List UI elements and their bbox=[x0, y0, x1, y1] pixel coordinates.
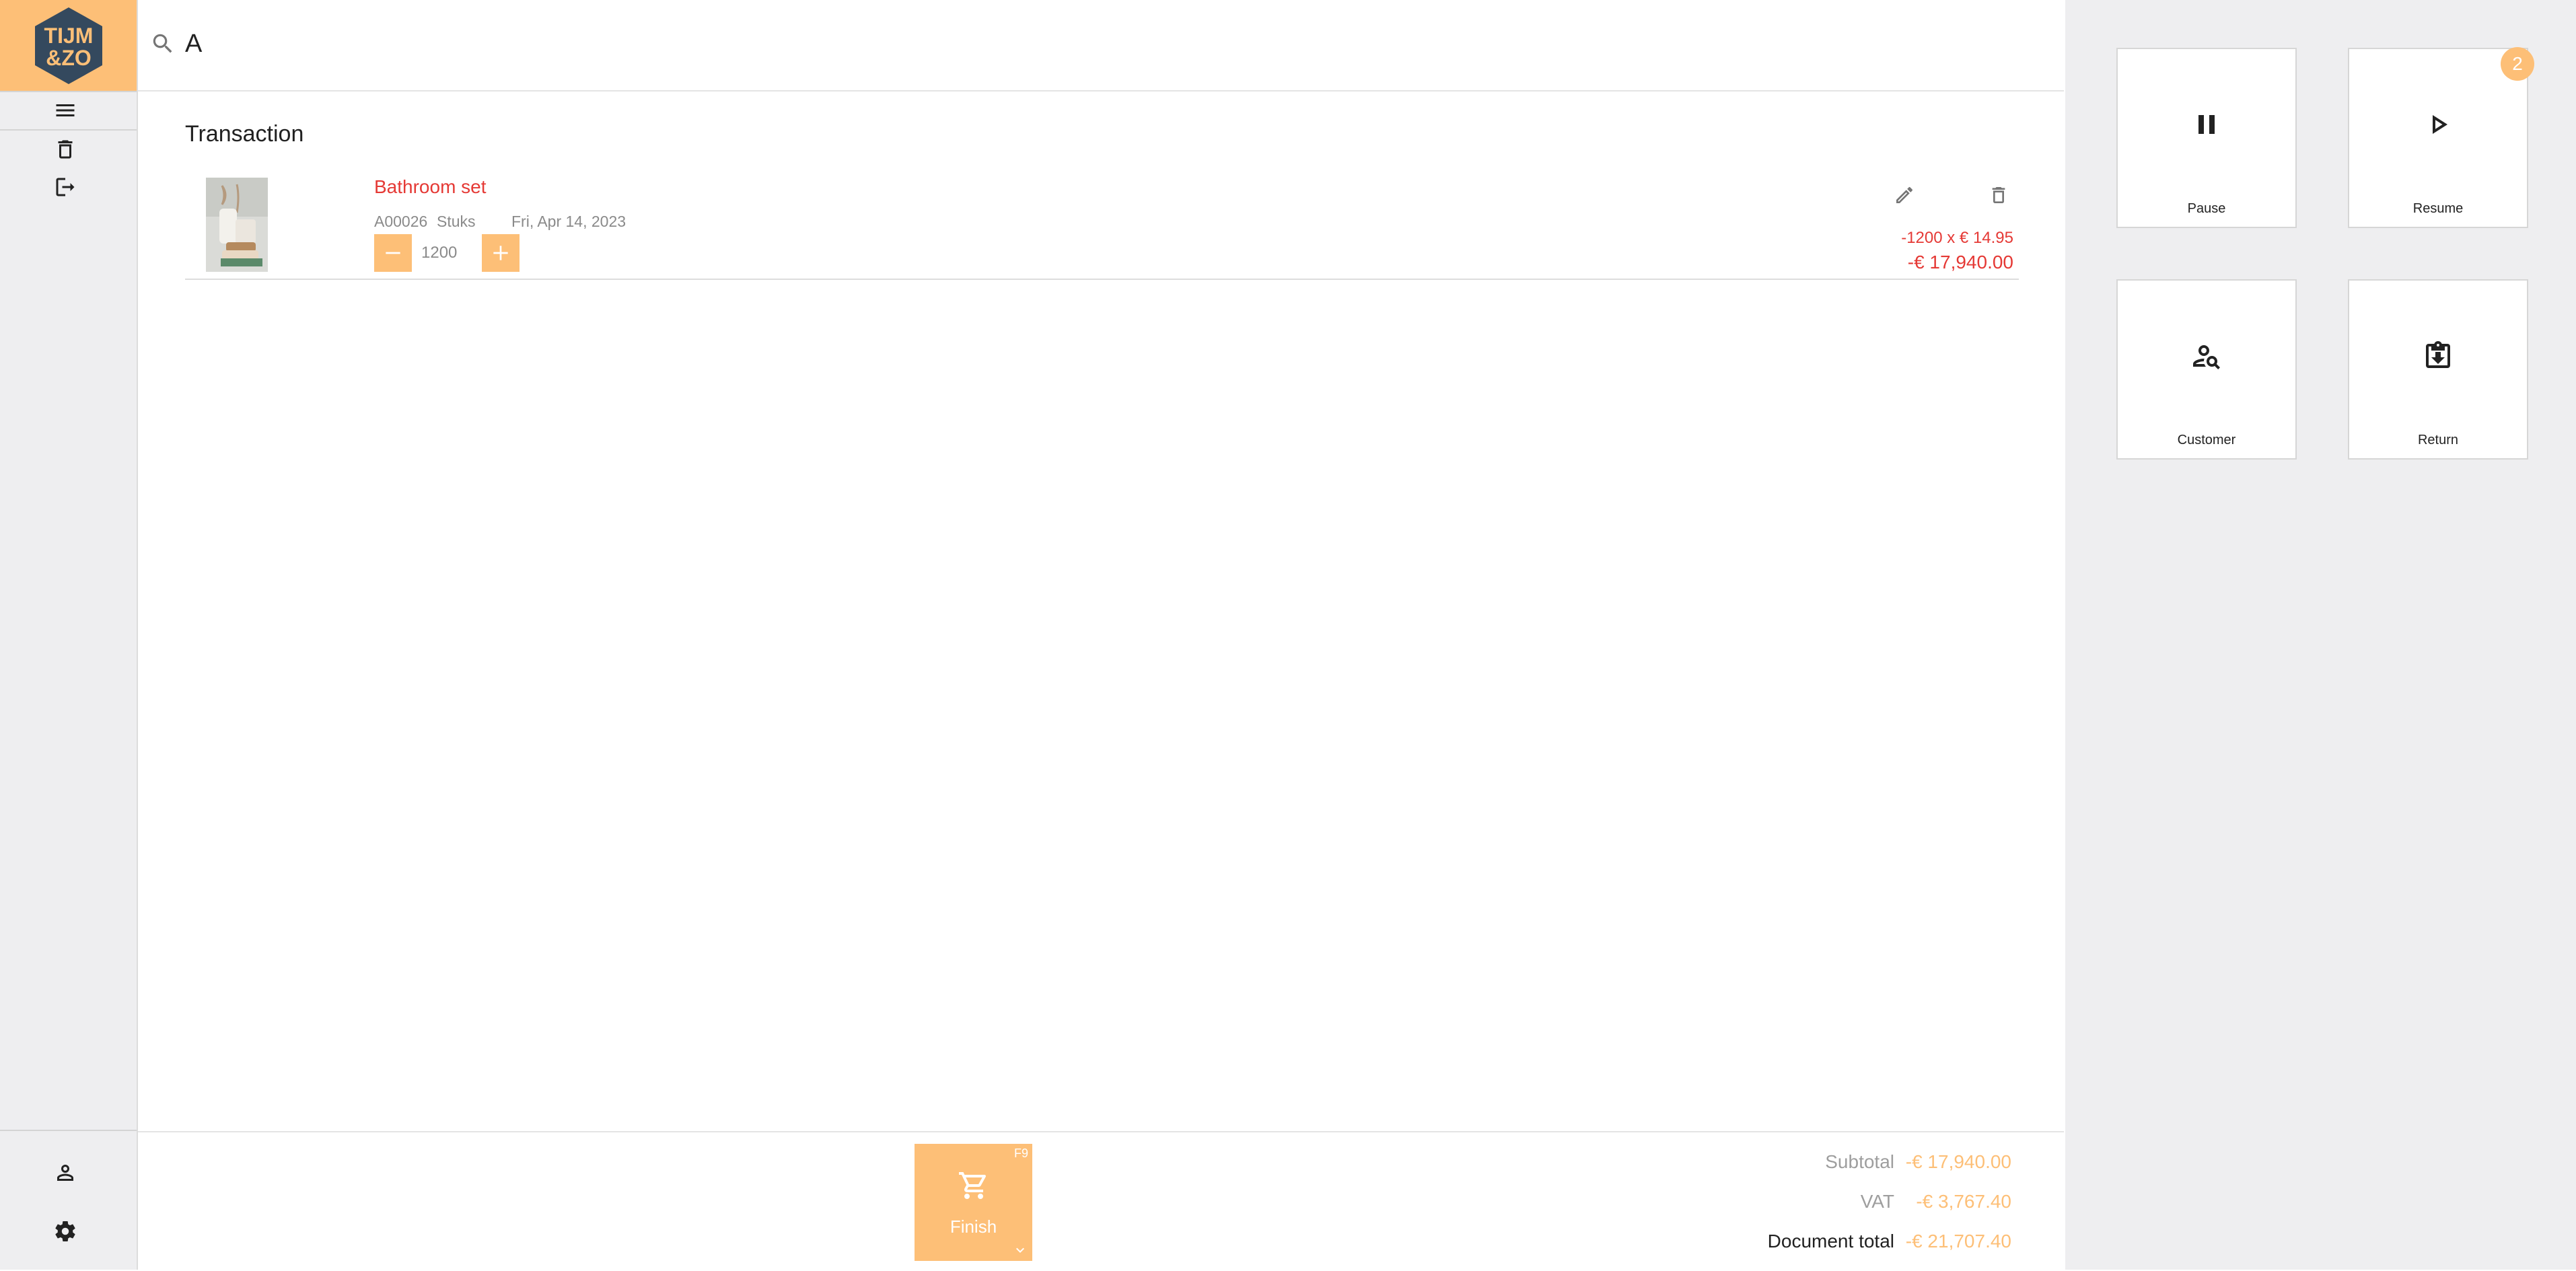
logout-button[interactable] bbox=[46, 168, 84, 206]
menu-icon bbox=[56, 104, 75, 116]
product-unit: Stuks bbox=[437, 213, 476, 230]
transaction-line[interactable]: Bathroom set A00026 Stuks Fri, Apr 14, 2… bbox=[185, 166, 2019, 280]
logout-icon bbox=[56, 178, 75, 196]
product-code: A00026 bbox=[374, 213, 428, 230]
resume-button[interactable]: Resume bbox=[2348, 48, 2528, 228]
person-search-icon bbox=[2190, 340, 2223, 372]
play-icon bbox=[2422, 108, 2454, 141]
decrease-quantity-button[interactable] bbox=[374, 234, 412, 272]
gear-icon bbox=[55, 1221, 75, 1241]
menu-button[interactable] bbox=[46, 92, 84, 129]
plus-icon bbox=[493, 246, 508, 260]
edit-line-button[interactable] bbox=[1891, 182, 1918, 209]
search-bar bbox=[138, 0, 2194, 92]
resume-label: Resume bbox=[2412, 201, 2464, 216]
product-date: Fri, Apr 14, 2023 bbox=[511, 213, 627, 230]
finish-label: Finish bbox=[950, 1216, 997, 1237]
subtotal-value: -€ 17,940.00 bbox=[1905, 1151, 2011, 1172]
page-title: Transaction bbox=[185, 121, 304, 147]
logo[interactable]: TIJM &ZO bbox=[0, 0, 137, 91]
resume-count-badge: 2 bbox=[2501, 47, 2534, 81]
search-icon bbox=[150, 31, 176, 57]
finish-shortcut: F9 bbox=[1013, 1147, 1028, 1160]
increase-quantity-button[interactable] bbox=[482, 234, 520, 272]
logo-text-line2: &ZO bbox=[46, 46, 92, 70]
return-label: Return bbox=[2417, 433, 2459, 447]
finish-button[interactable]: F9 Finish bbox=[915, 1144, 1032, 1261]
search-input[interactable] bbox=[185, 24, 1935, 63]
logo-text-line1: TIJM bbox=[44, 24, 93, 48]
person-icon bbox=[57, 1165, 73, 1181]
clear-transaction-button[interactable] bbox=[46, 131, 84, 168]
vat-label: VAT bbox=[1860, 1191, 1894, 1212]
vat-value: -€ 3,767.40 bbox=[1916, 1191, 2011, 1212]
delete-line-button[interactable] bbox=[1985, 182, 2012, 209]
minus-icon bbox=[386, 252, 400, 254]
return-button[interactable]: Return bbox=[2348, 279, 2528, 460]
totals-footer: F9 Finish Subtotal -€ 17,940.00 VAT -€ 3… bbox=[138, 1131, 2064, 1271]
transaction-panel: Transaction Bathroom set A00026 Stuks Fr… bbox=[138, 92, 2064, 1131]
action-panel: Pause Resume 2 Customer Return bbox=[2065, 0, 2576, 1270]
pause-button[interactable]: Pause bbox=[2116, 48, 2297, 228]
pencil-icon bbox=[1896, 186, 1913, 203]
customer-label: Customer bbox=[2177, 433, 2236, 447]
trash-icon bbox=[58, 140, 73, 159]
document-total-value: -€ 21,707.40 bbox=[1905, 1231, 2011, 1251]
sidebar-divider bbox=[0, 1130, 137, 1131]
product-name[interactable]: Bathroom set bbox=[374, 176, 487, 198]
line-total: -€ 17,940.00 bbox=[1907, 252, 2013, 273]
logo-hexagon-icon: TIJM &ZO bbox=[34, 7, 102, 84]
pause-icon bbox=[2190, 108, 2223, 141]
settings-button[interactable] bbox=[46, 1212, 84, 1250]
unit-price-line: -1200 x € 14.95 bbox=[1901, 229, 2013, 247]
chevron-down-icon[interactable] bbox=[1012, 1242, 1028, 1258]
document-total-label: Document total bbox=[1767, 1231, 1894, 1251]
subtotal-label: Subtotal bbox=[1825, 1151, 1894, 1172]
clipboard-return-icon bbox=[2422, 340, 2454, 372]
user-button[interactable] bbox=[46, 1154, 84, 1192]
sidebar: TIJM &ZO bbox=[0, 0, 138, 1270]
trash-icon bbox=[1992, 187, 2005, 203]
customer-button[interactable]: Customer bbox=[2116, 279, 2297, 460]
quantity-value[interactable]: 1200 bbox=[421, 244, 457, 262]
pause-label: Pause bbox=[2187, 201, 2226, 216]
cart-icon bbox=[958, 1169, 990, 1202]
product-thumbnail bbox=[206, 178, 268, 272]
